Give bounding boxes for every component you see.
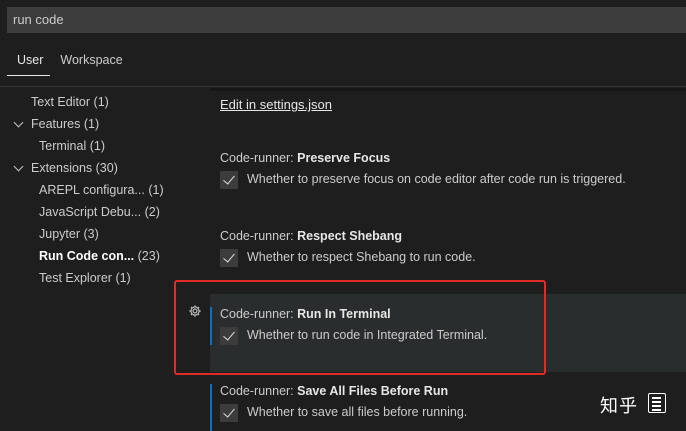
toc-label: Features	[31, 117, 81, 131]
toc-label: Extensions	[31, 161, 93, 175]
setting-category: Code-runner:	[220, 384, 298, 398]
toc-count: (1)	[148, 183, 164, 197]
setting-category: Code-runner:	[220, 229, 298, 243]
watermark-logo-icon	[648, 393, 666, 413]
setting-checkbox[interactable]	[220, 249, 238, 267]
setting-category: Code-runner:	[220, 151, 298, 165]
header-shadow	[210, 88, 686, 91]
toc-count: (1)	[83, 117, 100, 131]
toc-count: (1)	[115, 271, 131, 285]
tab-user[interactable]: User	[7, 48, 51, 76]
toc-item-extensions[interactable]: Extensions (30)	[31, 158, 118, 178]
toc-label: Run Code con...	[39, 249, 135, 263]
toc-count: (30)	[95, 161, 118, 175]
toc-item-arepl[interactable]: AREPL configura... (1)	[39, 180, 164, 200]
chevron-down-icon[interactable]	[13, 161, 24, 172]
setting-description: Whether to respect Shebang to run code.	[247, 250, 476, 264]
modified-indicator	[210, 384, 212, 431]
setting-description: Whether to save all files before running…	[247, 405, 468, 419]
tab-workspace[interactable]: Workspace	[50, 48, 129, 76]
setting-preserve-focus: Code-runner: Preserve Focus Whether to p…	[210, 143, 686, 221]
toc-item-javascript-debug[interactable]: JavaScript Debu... (2)	[39, 202, 160, 222]
tabs-divider	[0, 86, 686, 87]
settings-editor: run code User Workspace Text Editor (1) …	[0, 0, 686, 431]
search-value: run code	[13, 12, 64, 27]
toc-count: (1)	[93, 95, 109, 109]
watermark-text: 知乎	[600, 396, 638, 416]
toc-count: (3)	[83, 227, 99, 241]
toc-label: Test Explorer	[39, 271, 112, 285]
toc-label: Terminal	[39, 139, 87, 153]
toc-count: (1)	[89, 139, 106, 153]
annotation-highlight-box	[174, 280, 546, 375]
search-input[interactable]: run code	[7, 7, 686, 33]
setting-description: Whether to preserve focus on code editor…	[247, 172, 626, 186]
toc-item-features[interactable]: Features (1)	[31, 114, 99, 134]
toc-label: Jupyter	[39, 227, 80, 241]
toc-item-jupyter[interactable]: Jupyter (3)	[39, 224, 99, 244]
setting-title: Code-runner: Preserve Focus	[220, 151, 390, 165]
toc-item-terminal[interactable]: Terminal (1)	[39, 136, 105, 156]
setting-key: Preserve Focus	[297, 151, 391, 165]
scope-tabs: User Workspace	[7, 48, 130, 76]
edit-in-settings-json-link[interactable]: Edit in settings.json	[220, 97, 332, 112]
toc-count: (2)	[144, 205, 160, 219]
setting-checkbox[interactable]	[220, 404, 238, 422]
toc-item-test-explorer[interactable]: Test Explorer (1)	[39, 268, 131, 288]
toc-item-run-code[interactable]: Run Code con... (23)	[39, 246, 160, 266]
toc-label: AREPL configura...	[39, 183, 145, 197]
setting-title: Code-runner: Respect Shebang	[220, 229, 402, 243]
toc-label: JavaScript Debu...	[39, 205, 142, 219]
setting-title: Code-runner: Save All Files Before Run	[220, 384, 448, 398]
toc-item-text-editor[interactable]: Text Editor (1)	[31, 92, 109, 112]
setting-key: Save All Files Before Run	[297, 384, 449, 398]
chevron-down-icon[interactable]	[13, 117, 24, 128]
toc-count: (23)	[137, 249, 160, 263]
setting-checkbox[interactable]	[220, 171, 238, 189]
setting-key: Respect Shebang	[297, 229, 403, 243]
toc-label: Text Editor	[31, 95, 91, 109]
